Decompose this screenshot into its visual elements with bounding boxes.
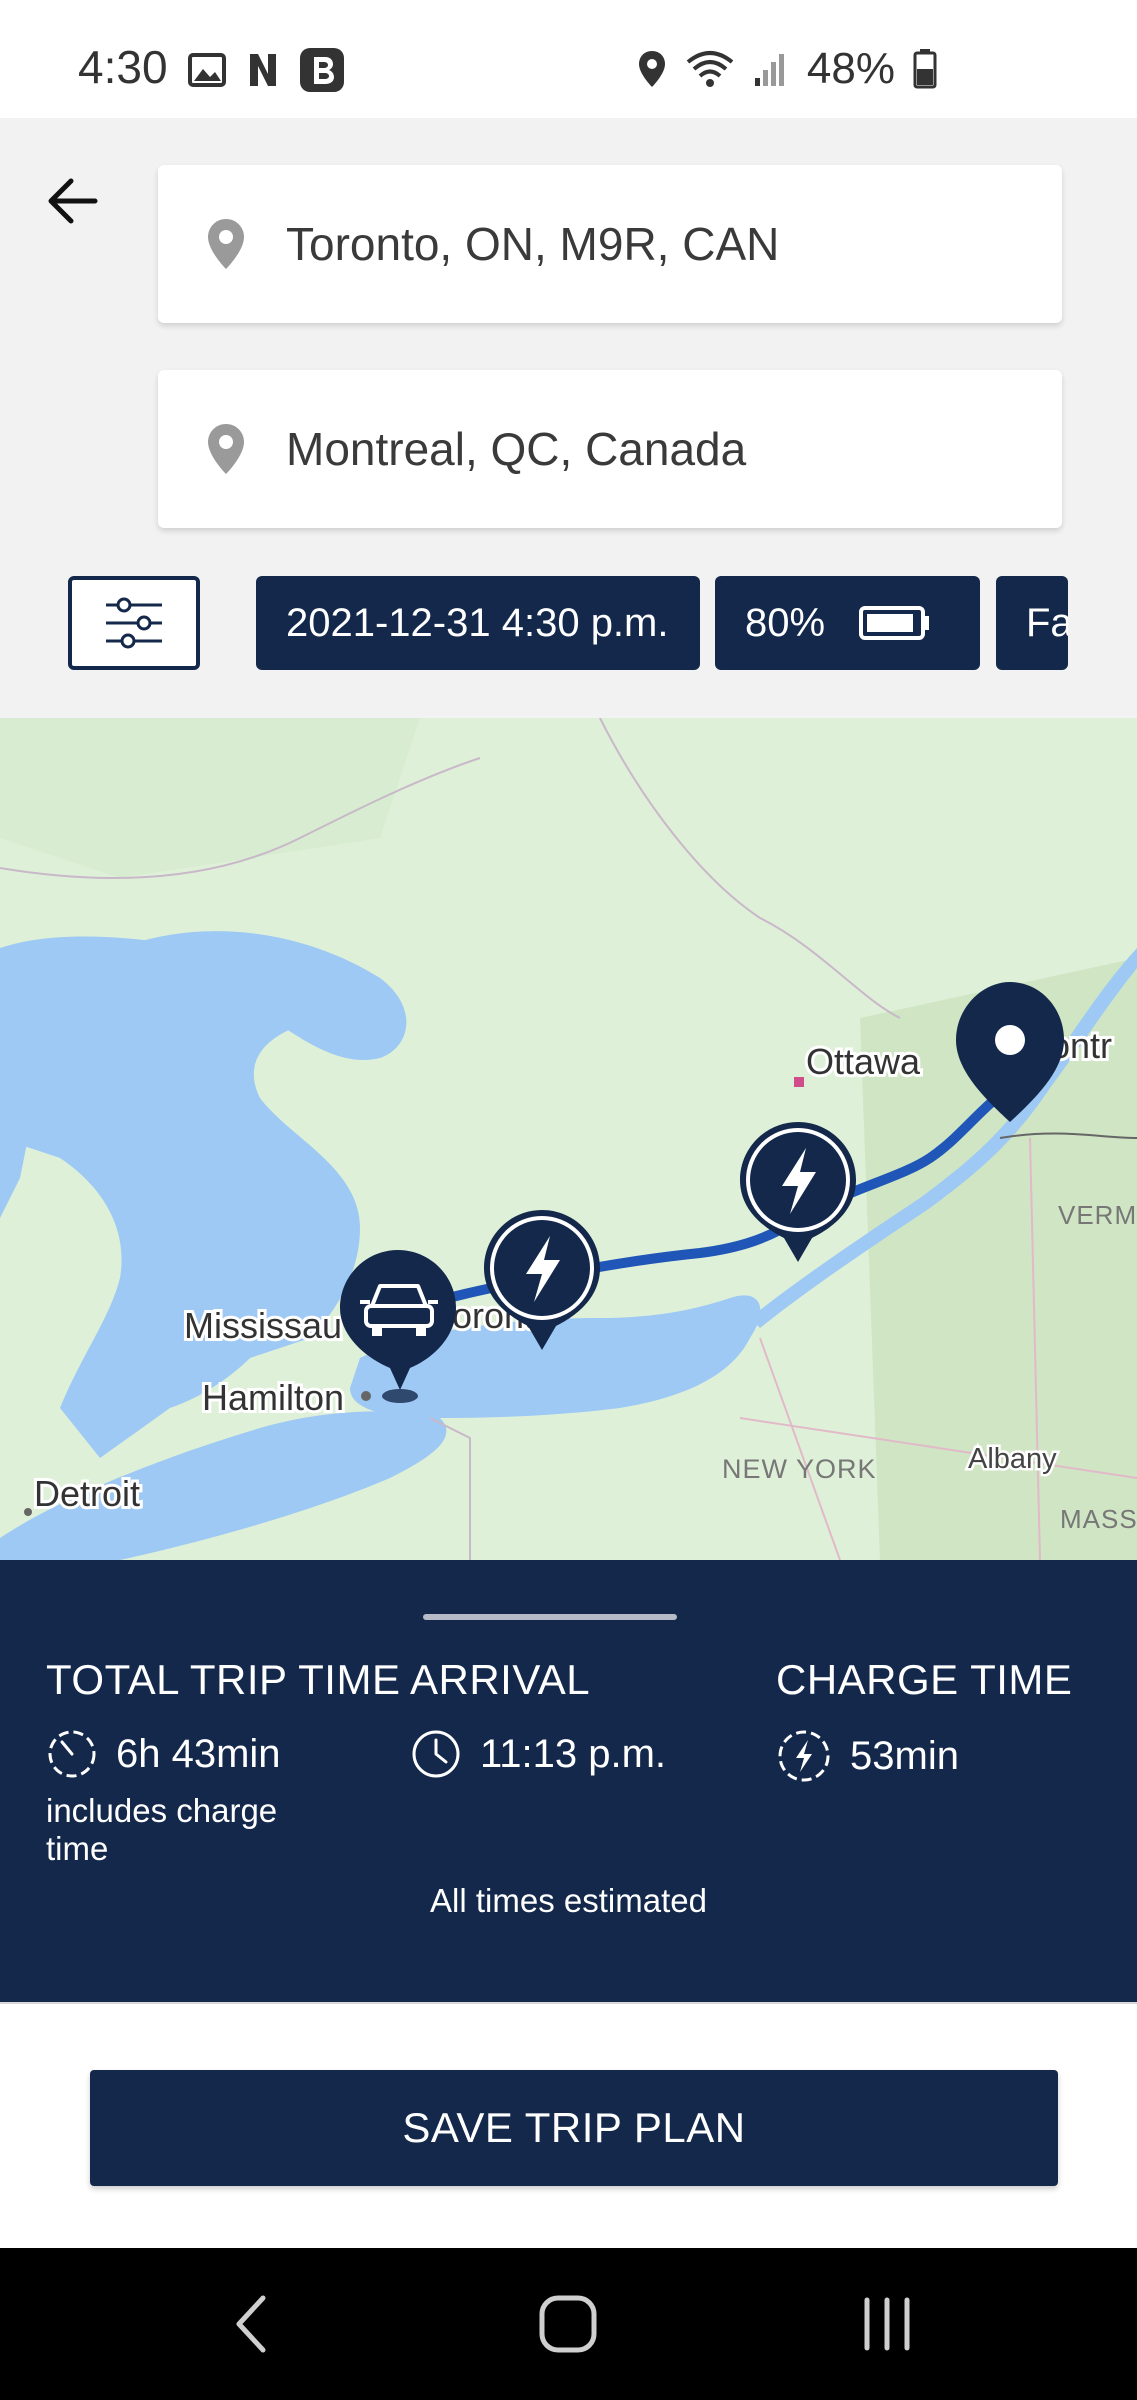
- nav-home-button[interactable]: [523, 2284, 613, 2364]
- estimate-disclaimer: All times estimated: [430, 1882, 707, 1919]
- total-trip-time-stat: TOTAL TRIP TIME 6h 43min includes charge…: [46, 1656, 400, 1868]
- nav-back-button[interactable]: [206, 2284, 296, 2364]
- arrival-stat: ARRIVAL 11:13 p.m.: [410, 1656, 666, 1780]
- map-pin-icon: [208, 219, 244, 269]
- sliders-icon: [106, 597, 162, 649]
- b-app-icon: [300, 48, 344, 92]
- home-square-icon: [539, 2295, 597, 2353]
- more-chip[interactable]: Fa: [996, 576, 1068, 670]
- origin-text: Toronto, ON, M9R, CAN: [286, 218, 780, 270]
- save-trip-plan-button[interactable]: SAVE TRIP PLAN: [90, 2070, 1058, 2186]
- destination-text: Montreal, QC, Canada: [286, 423, 747, 475]
- charge-time-value: 53min: [850, 1733, 959, 1778]
- recents-icon: [864, 2297, 910, 2351]
- status-app-icons: [188, 48, 344, 92]
- destination-dot-icon: [995, 1025, 1025, 1055]
- map-canvas: Ottawa ontr Mississau oronto Hamilton De…: [0, 718, 1137, 1560]
- departure-chip[interactable]: 2021-12-31 4:30 p.m.: [256, 576, 700, 670]
- trip-settings-button[interactable]: [68, 576, 200, 670]
- status-time: 4:30: [78, 41, 168, 93]
- signal-icon: [754, 54, 784, 86]
- total-trip-time-value: 6h 43min: [116, 1731, 281, 1776]
- label-vermont: VERMO: [1058, 1200, 1137, 1230]
- battery-percent: 48%: [806, 44, 895, 93]
- location-icon: [638, 51, 665, 87]
- gallery-icon: [188, 53, 226, 87]
- label-detroit: Detroit: [34, 1473, 140, 1514]
- charging-timer-icon: [778, 1730, 830, 1782]
- ottawa-dot: [794, 1077, 804, 1087]
- route-map[interactable]: Ottawa ontr Mississau oronto Hamilton De…: [0, 718, 1137, 1560]
- trip-summary-panel: TOTAL TRIP TIME 6h 43min includes charge…: [0, 1560, 1137, 2002]
- map-pin-icon: [208, 424, 244, 474]
- wifi-icon: [686, 51, 734, 87]
- charge-chip-label: 80%: [745, 600, 826, 645]
- arrival-value: 11:13 p.m.: [480, 1731, 667, 1776]
- label-ottawa: Ottawa: [806, 1041, 921, 1082]
- arrow-left-icon: [48, 178, 98, 224]
- detroit-dot: [24, 1508, 32, 1516]
- chevron-left-icon: [236, 2295, 266, 2353]
- hamilton-dot: [361, 1391, 371, 1401]
- label-hamilton: Hamilton: [202, 1377, 344, 1418]
- label-albany: Albany: [968, 1443, 1057, 1475]
- label-new-york: NEW YORK: [722, 1454, 877, 1484]
- arrival-title: ARRIVAL: [410, 1656, 591, 1703]
- timer-icon: [48, 1730, 96, 1778]
- label-mississauga: Mississau: [184, 1305, 342, 1346]
- origin-field[interactable]: Toronto, ON, M9R, CAN: [158, 165, 1062, 323]
- status-system-icons: 48%: [637, 44, 937, 94]
- label-massachusetts: MASSA: [1060, 1504, 1137, 1534]
- system-nav-bar: [0, 2248, 1137, 2400]
- back-button[interactable]: [40, 170, 102, 232]
- charge-time-title: CHARGE TIME: [776, 1656, 1073, 1703]
- battery-icon: [913, 49, 937, 89]
- clock-icon: [412, 1730, 460, 1778]
- total-trip-time-title: TOTAL TRIP TIME: [46, 1656, 401, 1703]
- departure-chip-label: 2021-12-31 4:30 p.m.: [286, 600, 669, 645]
- charge-time-stat: CHARGE TIME 53min: [776, 1656, 1072, 1784]
- drag-handle[interactable]: [423, 1614, 677, 1620]
- total-trip-time-note: includes charge time: [46, 1792, 278, 1867]
- n-app-icon: [250, 54, 276, 86]
- charge-chip[interactable]: 80%: [715, 576, 980, 670]
- status-bar: 4:30 48%: [0, 0, 1137, 118]
- destination-field[interactable]: Montreal, QC, Canada: [158, 370, 1062, 528]
- more-chip-label: Fa: [1026, 600, 1068, 645]
- footer: SAVE TRIP PLAN: [0, 2002, 1137, 2248]
- nav-recents-button[interactable]: [842, 2284, 932, 2364]
- battery-level-icon: [859, 606, 930, 640]
